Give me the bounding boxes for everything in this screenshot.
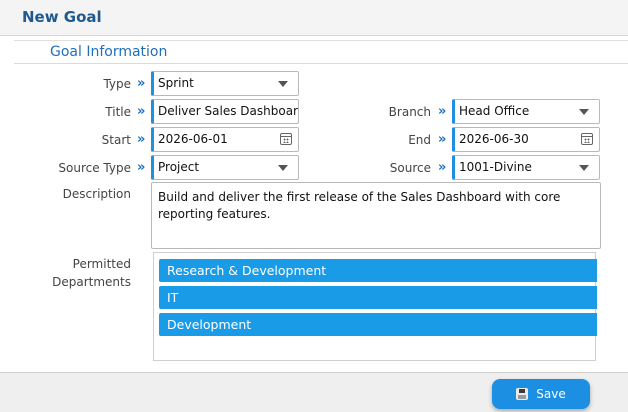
department-item[interactable]: IT (159, 286, 597, 309)
type-label: Type (103, 77, 131, 91)
start-value: 2026-06-01 (158, 132, 228, 146)
description-textarea[interactable]: Build and deliver the first release of t… (151, 182, 601, 249)
branch-required-arrow-icon: » (438, 104, 447, 119)
title-required-arrow-icon: » (137, 104, 146, 119)
save-button[interactable]: Save (492, 379, 590, 409)
source-type-label: Source Type (58, 161, 131, 175)
source-type-select[interactable]: Project (151, 155, 299, 180)
department-item[interactable]: Development (159, 313, 597, 336)
floppy-disk-icon (516, 388, 529, 400)
departments-list[interactable]: Research & Development IT Development (153, 252, 597, 361)
branch-label: Branch (388, 105, 431, 119)
branch-value: Head Office (459, 104, 530, 118)
page-title: New Goal (22, 8, 102, 26)
end-label: End (408, 133, 431, 147)
source-required-arrow-icon: » (438, 160, 447, 175)
section-title: Goal Information (50, 44, 168, 60)
description-label: Description (62, 187, 131, 201)
source-select[interactable]: 1001-Divine (452, 155, 600, 180)
source-type-value: Project (158, 160, 200, 174)
end-value: 2026-06-30 (459, 132, 529, 146)
footer-bar: Save (0, 372, 628, 412)
source-value: 1001-Divine (459, 160, 532, 174)
start-date-input[interactable]: 2026-06-01 (151, 127, 299, 152)
departments-label-line1: Permitted (72, 257, 131, 271)
start-label: Start (101, 133, 131, 147)
end-date-input[interactable]: 2026-06-30 (452, 127, 600, 152)
title-value: Deliver Sales Dashboard (158, 104, 299, 118)
end-required-arrow-icon: » (438, 132, 447, 147)
departments-label-line2: Departments (52, 275, 131, 289)
type-required-arrow-icon: » (137, 76, 146, 91)
section-header: Goal Information (14, 40, 628, 64)
type-value: Sprint (158, 76, 194, 90)
branch-select[interactable]: Head Office (452, 99, 600, 124)
department-item[interactable]: Research & Development (159, 259, 597, 282)
start-required-arrow-icon: » (137, 132, 146, 147)
calendar-icon[interactable] (280, 133, 292, 145)
page-header: New Goal (0, 0, 628, 36)
source-type-required-arrow-icon: » (137, 160, 146, 175)
source-label: Source (389, 161, 431, 175)
title-label: Title (105, 105, 131, 119)
save-label: Save (536, 387, 566, 401)
calendar-icon[interactable] (581, 133, 593, 145)
title-input[interactable]: Deliver Sales Dashboard (151, 99, 299, 124)
type-select[interactable]: Sprint (151, 71, 299, 96)
